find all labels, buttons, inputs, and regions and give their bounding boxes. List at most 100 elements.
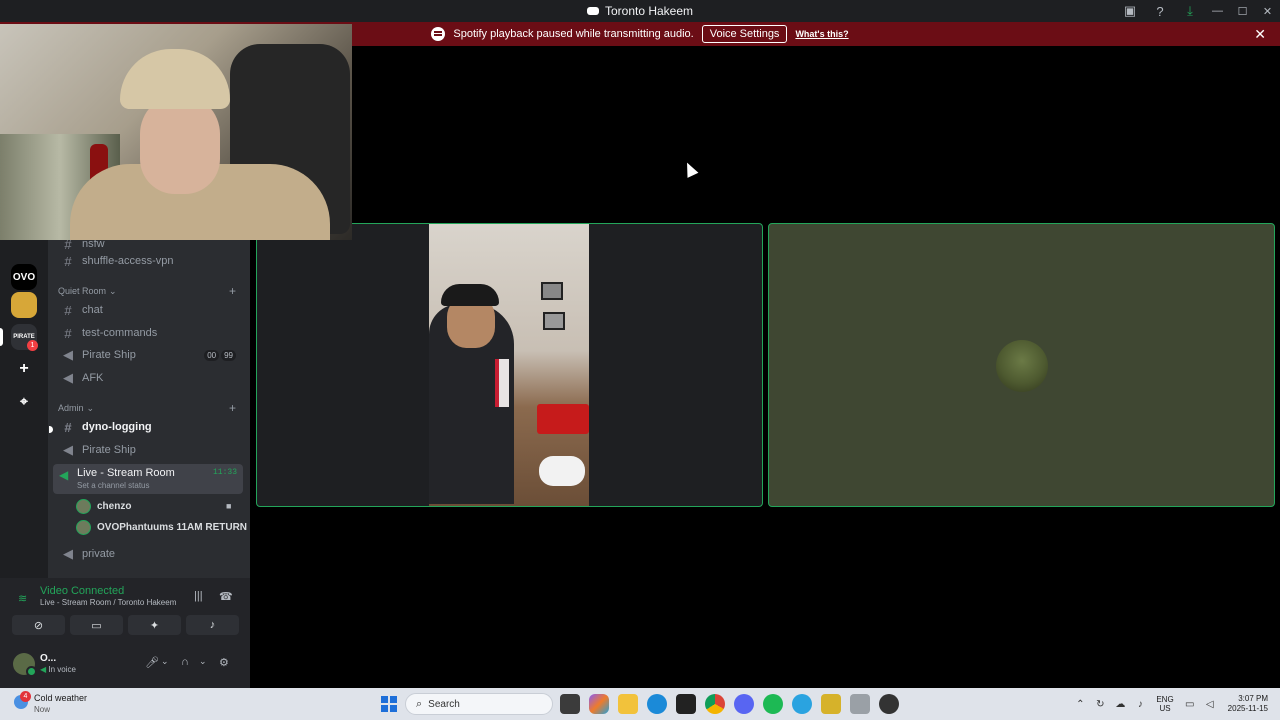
gear-icon[interactable]: ⚙ xyxy=(219,656,229,669)
channel-chat[interactable]: # chat xyxy=(54,300,244,320)
close-window-button[interactable]: ✕ xyxy=(1255,0,1280,22)
channel-private[interactable]: ◀ private xyxy=(54,544,244,564)
app-icon[interactable] xyxy=(821,694,841,714)
hash-icon: # xyxy=(64,302,72,318)
speaker-icon: ◀ xyxy=(63,370,73,385)
signal-icon[interactable]: ≋ xyxy=(18,592,27,605)
camera-toggle-button[interactable]: ⊘ xyxy=(12,615,65,635)
add-server-icon[interactable]: + xyxy=(11,356,37,382)
discord-window: Toronto Hakeem ▣ ? ⤓ — ☐ ✕ Spotify playb… xyxy=(0,0,1280,720)
speaker-icon: ◀ xyxy=(63,347,73,362)
clock[interactable]: 3:07 PM 2025-11-15 xyxy=(1228,694,1268,714)
edge-icon[interactable] xyxy=(647,694,667,714)
explore-servers-icon[interactable]: ⌖ xyxy=(11,388,37,414)
speaker-icon: ◀ xyxy=(59,468,69,482)
windows-taskbar: 4 Cold weather Now ⌕ Search ⌃ ↻ ☁ ♪ ENG … xyxy=(0,688,1280,720)
live-room-name: Live - Stream Room xyxy=(77,467,175,479)
channel-live-stream-room[interactable]: ◀ Live - Stream Room Set a channel statu… xyxy=(53,464,243,494)
server-ovo[interactable]: OVO xyxy=(11,264,37,290)
app-icon[interactable] xyxy=(879,694,899,714)
weather-sub: Now xyxy=(34,705,51,714)
taskbar-search[interactable]: ⌕ Search xyxy=(405,693,553,715)
voice-location[interactable]: Live - Stream Room / Toronto Hakeem xyxy=(40,598,176,607)
channel-afk[interactable]: ◀ AFK xyxy=(54,368,244,388)
disconnect-icon[interactable]: ☎ xyxy=(219,590,233,603)
help-icon[interactable]: ? xyxy=(1145,0,1175,22)
add-channel-icon[interactable]: + xyxy=(229,401,236,415)
hash-icon: # xyxy=(64,325,72,341)
mouse-cursor-icon xyxy=(681,160,699,178)
channel-pirate-ship-admin[interactable]: ◀ Pirate Ship xyxy=(54,440,244,460)
server-mention-badge: 1 xyxy=(27,340,38,351)
window-title: Toronto Hakeem xyxy=(586,4,694,18)
weather-title: Cold weather xyxy=(34,693,88,703)
cloud-off-icon[interactable]: ☁ xyxy=(1110,699,1130,710)
volume-icon[interactable]: ◁ xyxy=(1200,699,1220,710)
spotify-icon[interactable] xyxy=(763,694,783,714)
task-view-icon[interactable] xyxy=(560,694,580,714)
set-channel-status[interactable]: Set a channel status xyxy=(77,481,150,490)
category-admin[interactable]: Admin ⌄ + xyxy=(58,400,244,416)
avatar xyxy=(76,498,91,514)
terminal-icon[interactable] xyxy=(676,694,696,714)
category-quiet-room[interactable]: Quiet Room ⌄ + xyxy=(58,283,244,299)
channel-dyno-logging[interactable]: # dyno-logging xyxy=(54,417,244,437)
soundboard-button[interactable]: ♪ xyxy=(186,615,239,635)
activities-button[interactable]: ✦ xyxy=(128,615,181,635)
voice-user-chenzo[interactable]: chenzo ■ xyxy=(76,496,231,516)
copilot-icon[interactable] xyxy=(589,694,609,714)
language-indicator[interactable]: ENG US xyxy=(1156,695,1173,713)
chrome-icon[interactable] xyxy=(705,694,725,714)
chevron-down-icon[interactable]: ⌄ xyxy=(161,656,169,667)
voice-status-icon: ◀ xyxy=(40,665,47,674)
discord-icon[interactable] xyxy=(734,694,754,714)
channel-pirate-ship[interactable]: ◀ Pirate Ship 00 99 xyxy=(54,345,244,365)
inbox-icon[interactable]: ▣ xyxy=(1115,0,1145,22)
voice-connection-panel: ≋ Video Connected Live - Stream Room / T… xyxy=(0,578,250,644)
avatar[interactable] xyxy=(13,653,37,677)
video-tile-ovophantuums[interactable] xyxy=(768,223,1275,507)
close-banner-icon[interactable]: ✕ xyxy=(1254,26,1266,43)
chevron-down-icon[interactable]: ⌄ xyxy=(199,656,207,667)
file-explorer-icon[interactable] xyxy=(618,694,638,714)
microphone-icon[interactable]: 🎤︎ xyxy=(145,656,159,669)
search-icon: ⌕ xyxy=(416,697,423,710)
chevron-down-icon: ⌄ xyxy=(86,402,95,413)
voice-user-ovophantuums[interactable]: OVOPhantuums 11AM RETURN xyxy=(76,517,247,537)
chevron-up-icon[interactable]: ⌃ xyxy=(1070,699,1090,710)
noise-suppression-icon[interactable]: ||| xyxy=(194,590,203,602)
voice-settings-button[interactable]: Voice Settings xyxy=(701,25,788,43)
windows-start-icon[interactable] xyxy=(381,696,397,712)
sync-icon[interactable]: ↻ xyxy=(1090,699,1110,710)
telegram-icon[interactable] xyxy=(792,694,812,714)
network-icon[interactable]: ▭ xyxy=(1180,699,1200,710)
camera-icon: ■ xyxy=(226,501,232,511)
hash-icon: # xyxy=(64,253,72,269)
webcam-cap xyxy=(120,49,230,109)
snipping-tool-icon[interactable] xyxy=(850,694,870,714)
weather-badge: 4 xyxy=(20,691,31,702)
window-title-text: Toronto Hakeem xyxy=(604,4,694,18)
maximize-button[interactable]: ☐ xyxy=(1230,0,1255,22)
minimize-button[interactable]: — xyxy=(1205,0,1230,22)
download-icon[interactable]: ⤓ xyxy=(1175,0,1205,22)
hash-icon: # xyxy=(64,240,72,252)
speaker-icon: ◀ xyxy=(63,442,73,457)
mic-icon[interactable]: ♪ xyxy=(1130,699,1150,710)
headphones-icon[interactable]: ∩ xyxy=(181,656,189,668)
server-simpsons[interactable] xyxy=(11,292,37,318)
active-server-indicator xyxy=(0,328,3,346)
screen-share-button[interactable]: ▭ xyxy=(70,615,123,635)
whats-this-link[interactable]: What's this? xyxy=(795,29,848,39)
username[interactable]: O... xyxy=(40,653,56,664)
banner-message: Spotify playback paused while transmitti… xyxy=(453,28,694,40)
add-channel-icon[interactable]: + xyxy=(229,284,236,298)
webcam-face xyxy=(140,94,220,194)
speaker-icon: ◀ xyxy=(63,546,73,561)
system-tray: ⌃ ↻ ☁ ♪ ENG US ▭ ◁ 3:07 PM 2025-11-15 xyxy=(1070,688,1280,720)
channel-list: # nsfw # shuffle-access-vpn Quiet Room ⌄… xyxy=(48,240,250,578)
video-tile-chenzo[interactable] xyxy=(256,223,763,507)
spotify-icon xyxy=(431,27,446,41)
channel-test-commands[interactable]: # test-commands xyxy=(54,323,244,343)
channel-shuffle-access-vpn[interactable]: # shuffle-access-vpn xyxy=(54,251,244,271)
